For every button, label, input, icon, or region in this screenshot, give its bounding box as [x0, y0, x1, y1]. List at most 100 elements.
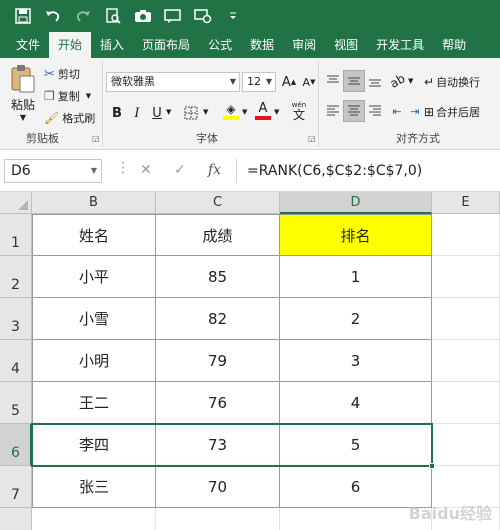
cell-c6[interactable]: 73: [156, 424, 280, 466]
save-icon[interactable]: [10, 3, 36, 29]
tab-file[interactable]: 文件: [0, 32, 49, 58]
cell-d5[interactable]: 4: [280, 382, 432, 424]
cell-c2[interactable]: 85: [156, 256, 280, 298]
font-color-button[interactable]: A: [252, 100, 274, 122]
row-header-1[interactable]: 1: [0, 214, 32, 256]
row-header-7[interactable]: 7: [0, 466, 32, 508]
chevron-down-icon[interactable]: ▼: [166, 108, 171, 116]
borders-button[interactable]: [180, 102, 202, 124]
tab-view[interactable]: 视图: [325, 32, 367, 58]
orientation-button[interactable]: ab: [386, 70, 408, 92]
cell-b4[interactable]: 小明: [32, 340, 156, 382]
column-header-e[interactable]: E: [432, 192, 500, 214]
cell-d1[interactable]: 排名: [280, 214, 432, 256]
column-header-b[interactable]: B: [32, 192, 156, 214]
print-preview-icon[interactable]: [100, 3, 126, 29]
redo-icon[interactable]: [70, 3, 96, 29]
fill-handle[interactable]: [429, 463, 435, 469]
copy-button[interactable]: ❐ 复制 ▼: [44, 88, 91, 104]
shrink-font-button[interactable]: A ▼: [298, 71, 320, 93]
customize-qat-icon[interactable]: [220, 3, 246, 29]
cut-button[interactable]: ✂ 剪切: [44, 66, 80, 82]
tab-data[interactable]: 数据: [241, 32, 283, 58]
column-header-c[interactable]: C: [156, 192, 280, 214]
row-header-4[interactable]: 4: [0, 340, 32, 382]
align-top-button[interactable]: [322, 70, 344, 92]
select-all-button[interactable]: [0, 192, 32, 214]
fill-color-button[interactable]: ◈: [220, 100, 242, 122]
tab-developer[interactable]: 开发工具: [367, 32, 433, 58]
grow-font-button[interactable]: A ▲: [278, 71, 300, 93]
format-painter-button[interactable]: 🖌 格式刷: [44, 110, 95, 126]
merge-center-button[interactable]: ⊞ 合并后居: [424, 104, 480, 120]
row-header-3[interactable]: 3: [0, 298, 32, 340]
tab-help[interactable]: 帮助: [433, 32, 475, 58]
cell-c7[interactable]: 70: [156, 466, 280, 508]
cell-e3[interactable]: [432, 298, 500, 340]
shape-icon[interactable]: [190, 3, 216, 29]
cell-b6[interactable]: 李四: [32, 424, 156, 466]
tab-review[interactable]: 审阅: [283, 32, 325, 58]
align-middle-button[interactable]: [343, 70, 365, 92]
camera-icon[interactable]: [130, 3, 156, 29]
dialog-launcher-icon[interactable]: ◲: [92, 134, 100, 143]
watermark: Baidu经验: [408, 504, 492, 523]
bold-button[interactable]: B: [106, 102, 128, 124]
chevron-down-icon[interactable]: ▼: [203, 108, 208, 116]
cell-b7[interactable]: 张三: [32, 466, 156, 508]
underline-button[interactable]: U: [146, 102, 168, 124]
align-center-icon: [348, 105, 360, 116]
cell-d4[interactable]: 3: [280, 340, 432, 382]
cell-e1[interactable]: [432, 214, 500, 256]
tab-home[interactable]: 开始: [49, 32, 92, 58]
tab-formulas[interactable]: 公式: [199, 32, 241, 58]
cell-d2[interactable]: 1: [280, 256, 432, 298]
row-header-2[interactable]: 2: [0, 256, 32, 298]
align-bottom-button[interactable]: [364, 70, 386, 92]
cell-e2[interactable]: [432, 256, 500, 298]
row-header-6[interactable]: 6: [0, 424, 32, 466]
row-header-5[interactable]: 5: [0, 382, 32, 424]
alignment-group-label: 对齐方式: [396, 132, 440, 145]
cell-b5[interactable]: 王二: [32, 382, 156, 424]
increase-indent-button[interactable]: ⇥: [404, 100, 426, 122]
cell-c3[interactable]: 82: [156, 298, 280, 340]
italic-button[interactable]: I: [126, 102, 148, 124]
wrap-text-button[interactable]: ↵ 自动换行: [424, 74, 480, 90]
name-box[interactable]: D6 ▼: [4, 159, 102, 183]
paste-button[interactable]: 粘贴 ▼: [8, 64, 38, 122]
cell-d3[interactable]: 2: [280, 298, 432, 340]
cell-e5[interactable]: [432, 382, 500, 424]
align-left-button[interactable]: [322, 100, 344, 122]
cancel-icon[interactable]: ✕: [140, 162, 152, 178]
font-name-select[interactable]: 微软雅黑 ▼: [106, 72, 240, 92]
cell-b2[interactable]: 小平: [32, 256, 156, 298]
phonetic-button[interactable]: wén 文: [288, 100, 310, 122]
column-header-d[interactable]: D: [280, 192, 432, 214]
tab-insert[interactable]: 插入: [91, 32, 133, 58]
align-center-button[interactable]: [343, 100, 365, 122]
dialog-launcher-icon[interactable]: ◲: [308, 134, 316, 143]
row-header-8[interactable]: [0, 508, 32, 530]
chevron-down-icon[interactable]: ▼: [242, 108, 247, 116]
tab-page-layout[interactable]: 页面布局: [133, 32, 199, 58]
formula-input[interactable]: =RANK(C6,$C$2:$C$7,0): [236, 159, 500, 183]
cell-e4[interactable]: [432, 340, 500, 382]
font-size-select[interactable]: 12 ▼: [242, 72, 276, 92]
enter-icon[interactable]: ✓: [174, 162, 186, 178]
cell-c8[interactable]: [156, 508, 280, 530]
undo-icon[interactable]: [40, 3, 66, 29]
align-right-button[interactable]: [364, 100, 386, 122]
chevron-down-icon[interactable]: ▼: [274, 108, 279, 116]
cell-c4[interactable]: 79: [156, 340, 280, 382]
cell-e6[interactable]: [432, 424, 500, 466]
cell-c5[interactable]: 76: [156, 382, 280, 424]
cell-b8[interactable]: [32, 508, 156, 530]
cell-c1[interactable]: 成绩: [156, 214, 280, 256]
comment-icon[interactable]: [160, 3, 186, 29]
insert-function-icon[interactable]: fx: [208, 162, 221, 178]
cell-b1[interactable]: 姓名: [32, 214, 156, 256]
cell-d6[interactable]: 5: [280, 424, 432, 466]
chevron-down-icon[interactable]: ▼: [408, 77, 413, 85]
cell-b3[interactable]: 小雪: [32, 298, 156, 340]
